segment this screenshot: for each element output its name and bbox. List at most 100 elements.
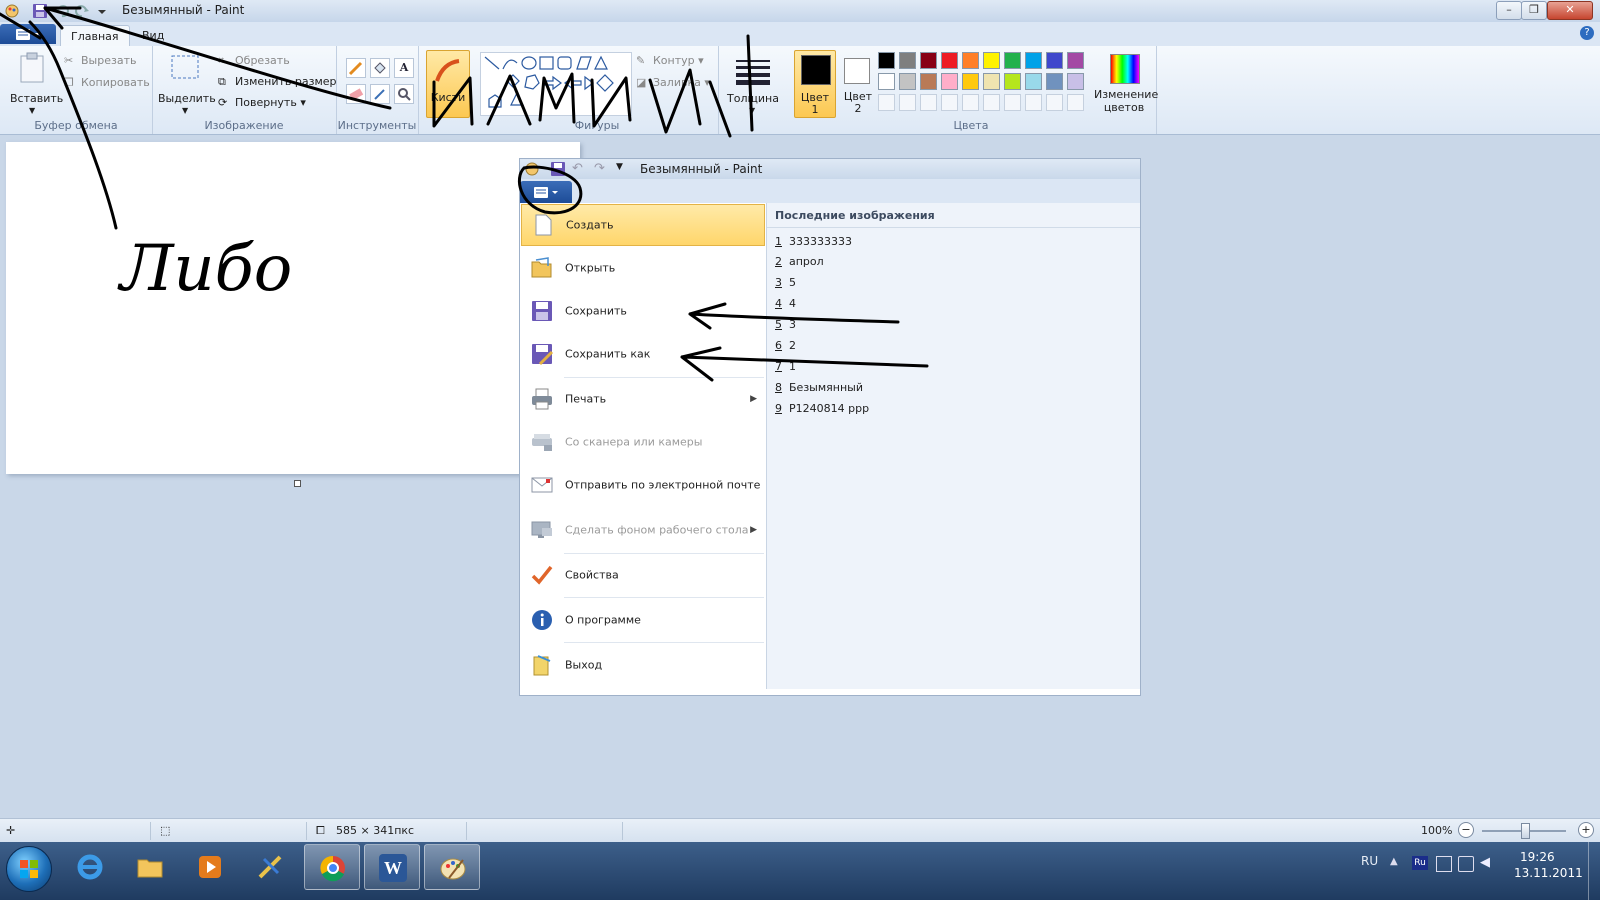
color-picker-icon[interactable] [370,84,390,104]
canvas-resize-handle[interactable] [294,480,301,487]
menu-item-properties[interactable]: Свойства [521,554,765,596]
menu-item-set-desktop-background[interactable]: Сделать фоном рабочего стола ▶ [521,509,765,551]
shapes-gallery[interactable] [480,52,632,116]
eraser-icon[interactable] [346,84,366,104]
start-button[interactable] [6,846,52,892]
palette-swatch[interactable] [1046,94,1063,111]
minimize-button[interactable]: – [1496,1,1522,20]
crop-button[interactable]: ⌗ Обрезать [218,54,290,68]
palette-swatch[interactable] [899,73,916,90]
palette-swatch[interactable] [920,94,937,111]
palette-swatch[interactable] [962,52,979,69]
zoom-slider-thumb[interactable] [1521,823,1530,839]
palette-swatch[interactable] [962,94,979,111]
recent-item[interactable]: 44 [775,297,796,315]
recent-item[interactable]: 9 P1240814 ppp [775,402,869,420]
recent-item[interactable]: 62 [775,339,796,357]
copy-button[interactable]: ❐ Копировать [64,76,150,90]
palette-swatch[interactable] [983,73,1000,90]
taskbar-internet-explorer[interactable] [62,844,118,890]
palette-swatch[interactable] [920,52,937,69]
menu-item-send-email[interactable]: Отправить по электронной почте [521,464,765,506]
taskbar-paint[interactable] [424,844,480,890]
palette-swatch[interactable] [920,73,937,90]
taskbar-chrome[interactable] [304,844,360,890]
outline-button[interactable]: ✎ Контур ▾ [636,54,704,68]
size-button[interactable]: Толщина ▼ [727,50,779,120]
recent-item[interactable]: 1 333333333 [775,235,852,253]
clock-date[interactable]: 13.11.2011 [1514,866,1583,880]
menu-paint-button[interactable] [520,181,572,203]
close-button[interactable]: ✕ [1547,1,1593,20]
tab-home[interactable]: Главная [60,25,130,47]
menu-customize-qat-icon[interactable]: ▼ [616,162,623,172]
palette-swatch[interactable] [878,94,895,111]
text-tool-icon[interactable]: A [394,58,414,78]
brushes-button[interactable]: Кисти [426,50,470,118]
recent-item[interactable]: 35 [775,276,796,294]
palette-swatch[interactable] [1004,73,1021,90]
taskbar-explorer[interactable] [122,844,178,890]
rotate-button[interactable]: ⟳ Повернуть ▾ [218,96,306,110]
taskbar-word[interactable]: W [364,844,420,890]
palette-swatch[interactable] [899,94,916,111]
taskbar-media-player[interactable] [182,844,238,890]
edit-colors-button[interactable]: Изменение цветов [1094,50,1158,116]
maximize-button[interactable]: ❐ [1521,1,1547,20]
palette-swatch[interactable] [1067,73,1084,90]
help-icon[interactable]: ? [1580,26,1594,40]
keyboard-layout-icon[interactable]: Ru [1412,856,1428,870]
input-language-indicator[interactable]: RU [1361,854,1378,868]
paint-app-icon[interactable] [4,3,20,19]
palette-swatch[interactable] [1025,73,1042,90]
select-button[interactable]: Выделить ▼ [158,52,216,122]
show-desktop-button[interactable] [1588,842,1600,900]
color1-button[interactable]: Цвет 1 [794,50,836,118]
palette-swatch[interactable] [899,52,916,69]
menu-item-open[interactable]: Открыть [521,247,765,289]
menu-redo-icon[interactable]: ↷ [594,161,605,176]
palette-swatch[interactable] [941,73,958,90]
color2-button[interactable]: Цвет 2 [838,50,878,116]
palette-swatch[interactable] [1046,52,1063,69]
undo-icon[interactable] [54,3,70,19]
zoom-in-button[interactable]: + [1578,822,1594,838]
palette-swatch[interactable] [983,52,1000,69]
show-hidden-icons-icon[interactable]: ▲ [1390,856,1404,870]
volume-icon[interactable]: ◀ [1480,856,1494,870]
customize-qat-icon[interactable] [96,3,112,19]
menu-item-print[interactable]: Печать ▶ [521,378,765,420]
save-icon[interactable] [32,3,48,19]
recent-item[interactable]: 2 апрол [775,255,824,273]
menu-item-save-as[interactable]: Сохранить как [521,333,765,375]
palette-swatch[interactable] [1046,73,1063,90]
drawing-canvas[interactable] [6,142,580,474]
network-icon[interactable] [1458,856,1474,872]
palette-swatch[interactable] [1067,52,1084,69]
recent-item[interactable]: 71 [775,360,796,378]
palette-swatch[interactable] [878,52,895,69]
palette-swatch[interactable] [1004,52,1021,69]
magnifier-icon[interactable] [394,84,414,104]
pencil-icon[interactable] [346,58,366,78]
menu-item-exit[interactable]: Выход [521,644,765,686]
palette-swatch[interactable] [1067,94,1084,111]
palette-swatch[interactable] [941,52,958,69]
palette-swatch[interactable] [983,94,1000,111]
menu-item-save[interactable]: Сохранить [521,290,765,332]
clock-time[interactable]: 19:26 [1520,850,1555,864]
menu-item-new[interactable]: Создать [521,204,765,246]
recent-item[interactable]: 53 [775,318,796,336]
cut-button[interactable]: ✂ Вырезать [64,54,136,68]
palette-swatch[interactable] [941,94,958,111]
menu-save-icon[interactable] [550,161,566,180]
redo-icon[interactable] [74,3,90,19]
tab-view[interactable]: Вид [132,25,174,46]
menu-item-about[interactable]: О программе [521,599,765,641]
palette-swatch[interactable] [962,73,979,90]
paint-menu-button[interactable] [0,24,56,44]
resize-button[interactable]: ⧉ Изменить размер [218,75,337,89]
taskbar-tools-app[interactable] [242,844,298,890]
palette-swatch[interactable] [878,73,895,90]
menu-item-from-scanner[interactable]: Со сканера или камеры [521,421,765,463]
